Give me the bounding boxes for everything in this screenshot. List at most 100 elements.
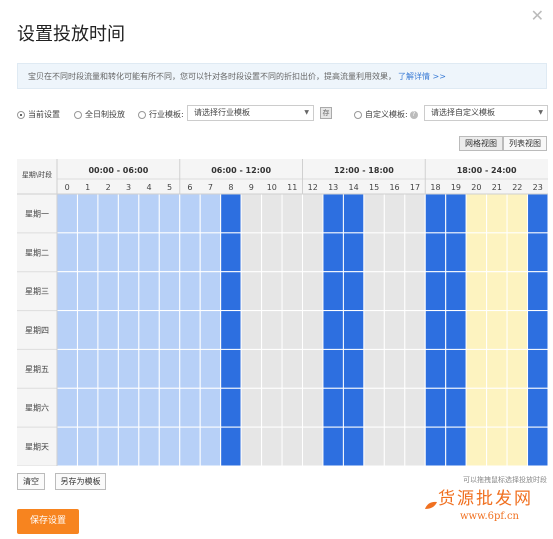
custom-template-select[interactable]: 请选择自定义模板 ▼: [424, 105, 548, 121]
schedule-cell[interactable]: [179, 310, 201, 350]
help-icon[interactable]: ?: [409, 110, 418, 119]
schedule-cell[interactable]: [322, 426, 344, 466]
schedule-cell[interactable]: [342, 426, 365, 466]
schedule-cell[interactable]: [261, 426, 283, 466]
schedule-cell[interactable]: [445, 310, 467, 350]
radio-current[interactable]: 当前设置: [17, 109, 60, 120]
schedule-cell[interactable]: [220, 348, 242, 389]
schedule-cell[interactable]: [138, 310, 160, 350]
schedule-cell[interactable]: [117, 348, 140, 389]
schedule-cell[interactable]: [281, 426, 303, 466]
schedule-cell[interactable]: [281, 387, 303, 428]
schedule-cell[interactable]: [158, 271, 181, 312]
schedule-cell[interactable]: [179, 232, 201, 273]
schedule-cell[interactable]: [424, 271, 447, 312]
schedule-cell[interactable]: [76, 232, 99, 273]
schedule-cell[interactable]: [302, 232, 324, 273]
schedule-cell[interactable]: [404, 426, 426, 466]
schedule-cell[interactable]: [445, 387, 467, 428]
schedule-cell[interactable]: [363, 310, 385, 350]
schedule-cell[interactable]: [302, 271, 324, 312]
save-as-template-button[interactable]: 另存为模板: [55, 473, 106, 490]
schedule-cell[interactable]: [138, 271, 160, 312]
schedule-cell[interactable]: [158, 426, 181, 466]
schedule-cell[interactable]: [527, 426, 548, 466]
schedule-cell[interactable]: [322, 271, 344, 312]
schedule-cell[interactable]: [404, 271, 426, 312]
schedule-cell[interactable]: [322, 193, 344, 234]
schedule-cell[interactable]: [486, 348, 508, 389]
schedule-cell[interactable]: [465, 426, 488, 466]
schedule-cell[interactable]: [363, 271, 385, 312]
schedule-grid-svg[interactable]: 星期一星期二星期三星期四星期五星期六星期天 星期\时段 00:00 - 06:00 0…: [17, 159, 548, 466]
schedule-cell[interactable]: [363, 426, 385, 466]
schedule-cell[interactable]: [302, 426, 324, 466]
schedule-cell[interactable]: [199, 232, 222, 273]
schedule-cell[interactable]: [220, 232, 242, 273]
schedule-cell[interactable]: [424, 426, 447, 466]
schedule-cell[interactable]: [302, 310, 324, 350]
schedule-cell[interactable]: [486, 232, 508, 273]
schedule-cell[interactable]: [97, 271, 119, 312]
schedule-cell[interactable]: [465, 348, 488, 389]
schedule-cell[interactable]: [158, 387, 181, 428]
schedule-cell[interactable]: [240, 426, 263, 466]
schedule-cell[interactable]: [117, 387, 140, 428]
schedule-cell[interactable]: [486, 310, 508, 350]
schedule-cell[interactable]: [261, 387, 283, 428]
save-icon[interactable]: 存: [320, 107, 332, 119]
schedule-cell[interactable]: [261, 310, 283, 350]
learn-more-link[interactable]: 了解详情 >>: [398, 72, 446, 81]
list-view-button[interactable]: 列表视图: [503, 136, 547, 151]
radio-custom[interactable]: 自定义模板: ?: [354, 109, 418, 120]
schedule-cell[interactable]: [527, 310, 548, 350]
schedule-cell[interactable]: [465, 193, 488, 234]
radio-industry[interactable]: 行业模板:: [138, 109, 184, 120]
schedule-cell[interactable]: [281, 232, 303, 273]
schedule-cell[interactable]: [486, 387, 508, 428]
schedule-cell[interactable]: [97, 348, 119, 389]
schedule-cell[interactable]: [465, 271, 488, 312]
schedule-cell[interactable]: [465, 232, 488, 273]
schedule-cell[interactable]: [424, 387, 447, 428]
schedule-cell[interactable]: [363, 387, 385, 428]
schedule-cell[interactable]: [76, 387, 99, 428]
schedule-cell[interactable]: [56, 426, 78, 466]
schedule-cell[interactable]: [383, 232, 406, 273]
schedule-cell[interactable]: [261, 271, 283, 312]
schedule-cell[interactable]: [322, 310, 344, 350]
schedule-cell[interactable]: [76, 271, 99, 312]
schedule-cell[interactable]: [445, 232, 467, 273]
radio-current-dot[interactable]: [17, 110, 25, 119]
save-settings-button[interactable]: 保存设置: [17, 509, 79, 534]
schedule-cell[interactable]: [97, 310, 119, 350]
schedule-cell[interactable]: [363, 193, 385, 234]
schedule-cell[interactable]: [97, 426, 119, 466]
industry-template-select[interactable]: 请选择行业模板 ▼: [187, 105, 314, 121]
schedule-cell[interactable]: [445, 193, 467, 234]
schedule-cell[interactable]: [76, 310, 99, 350]
schedule-cell[interactable]: [281, 310, 303, 350]
schedule-cell[interactable]: [220, 310, 242, 350]
schedule-cell[interactable]: [322, 387, 344, 428]
schedule-cell[interactable]: [220, 426, 242, 466]
schedule-cell[interactable]: [342, 232, 365, 273]
schedule-cell[interactable]: [322, 348, 344, 389]
schedule-cell[interactable]: [158, 310, 181, 350]
schedule-cell[interactable]: [76, 426, 99, 466]
schedule-cell[interactable]: [383, 387, 406, 428]
schedule-cell[interactable]: [281, 193, 303, 234]
schedule-cell[interactable]: [383, 426, 406, 466]
schedule-cell[interactable]: [424, 348, 447, 389]
schedule-cell[interactable]: [383, 271, 406, 312]
schedule-cell[interactable]: [261, 193, 283, 234]
schedule-cell[interactable]: [76, 348, 99, 389]
schedule-cell[interactable]: [342, 193, 365, 234]
schedule-cell[interactable]: [179, 271, 201, 312]
radio-custom-dot[interactable]: [354, 110, 362, 119]
radio-full-day[interactable]: 全日制投放: [74, 109, 125, 120]
schedule-cell[interactable]: [527, 232, 548, 273]
schedule-cell[interactable]: [179, 387, 201, 428]
schedule-cell[interactable]: [240, 310, 263, 350]
schedule-cell[interactable]: [117, 271, 140, 312]
